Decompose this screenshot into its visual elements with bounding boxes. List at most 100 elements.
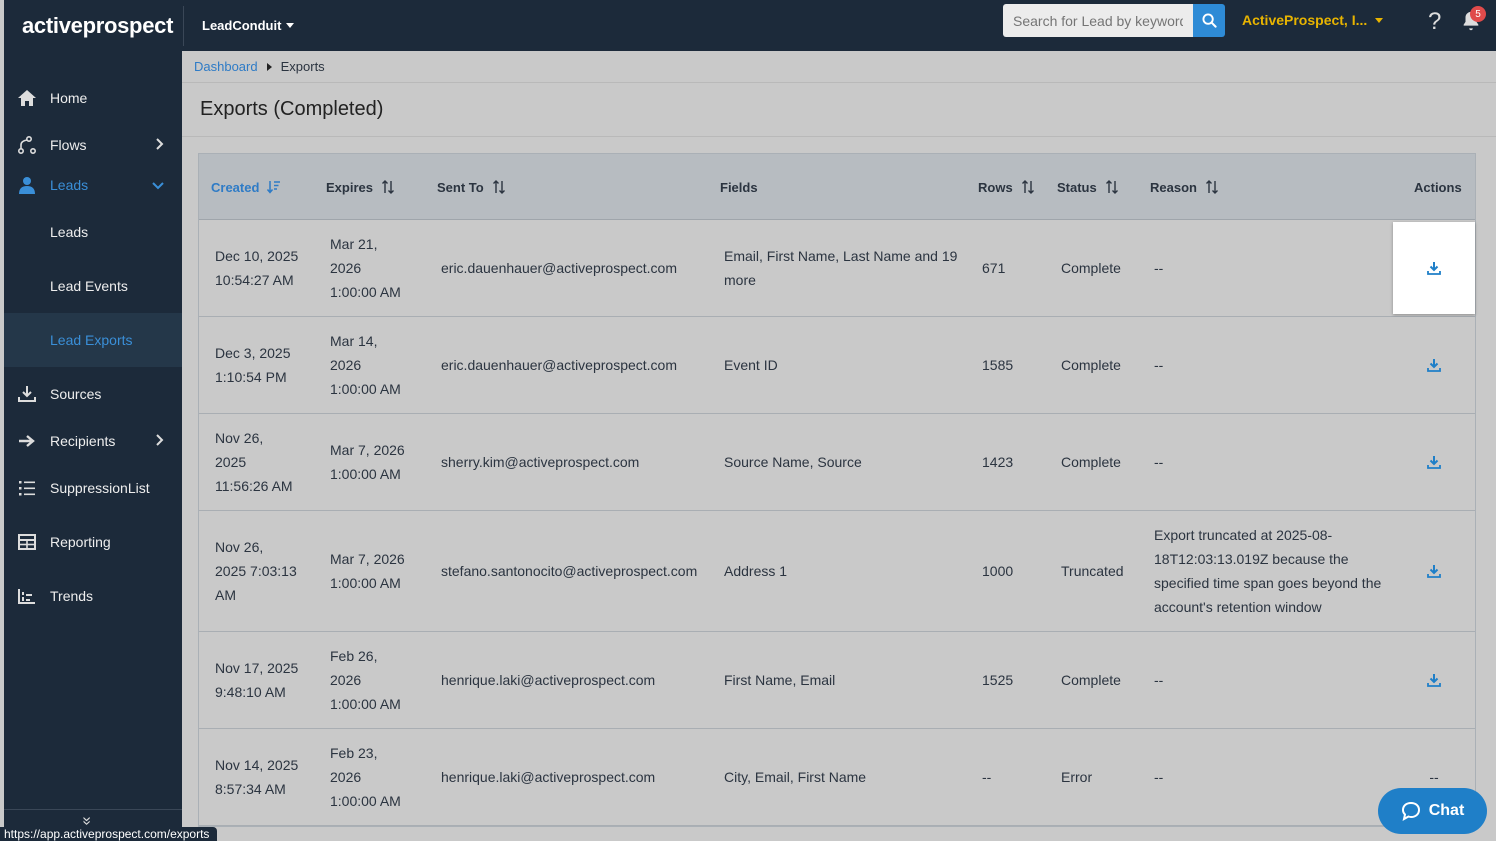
download-button[interactable] bbox=[1393, 632, 1475, 728]
sidebar-item-flows[interactable]: Flows bbox=[4, 123, 182, 167]
column-header-sent-to[interactable]: Sent To bbox=[437, 154, 506, 220]
sidebar-item-label: Reporting bbox=[50, 534, 111, 550]
sidebar-item-label: Leads bbox=[50, 224, 89, 240]
sidebar-item-suppressionlist[interactable]: SuppressionList bbox=[4, 466, 182, 510]
sidebar-item-reporting[interactable]: Reporting bbox=[4, 520, 182, 564]
user-icon bbox=[4, 176, 50, 194]
cell-sent-to: sherry.kim@activeprospect.com bbox=[441, 454, 640, 470]
cell-sent-to: henrique.laki@activeprospect.com bbox=[441, 769, 656, 785]
cell-status: Complete bbox=[1061, 454, 1121, 470]
cell-status: Error bbox=[1061, 769, 1093, 785]
search-button[interactable] bbox=[1193, 4, 1225, 37]
exports-table: Created Expires Sent To Fields Rows Stat… bbox=[198, 153, 1476, 827]
sidebar-item-home[interactable]: Home bbox=[4, 76, 182, 120]
header-label: Actions bbox=[1414, 179, 1462, 195]
cell-sent-to: eric.dauenhauer@activeprospect.com bbox=[441, 260, 678, 276]
table-row: Nov 26, 2025 11:56:26 AM Mar 7, 2026 1:00:0… bbox=[199, 414, 1475, 511]
download-button[interactable] bbox=[1393, 511, 1475, 631]
cell-fields: Address 1 bbox=[724, 563, 788, 579]
sidebar-item-label: Trends bbox=[50, 588, 94, 604]
cell-status: Complete bbox=[1061, 357, 1121, 373]
account-switcher[interactable]: ActiveProspect, I... bbox=[1242, 12, 1384, 28]
column-header-status[interactable]: Status bbox=[1057, 154, 1119, 220]
download-button[interactable] bbox=[1393, 414, 1475, 510]
cell-reason: -- bbox=[1154, 260, 1164, 276]
header-label: Expires bbox=[326, 179, 373, 195]
help-icon[interactable]: ? bbox=[1428, 8, 1441, 36]
column-header-reason[interactable]: Reason bbox=[1150, 154, 1219, 220]
header-label: Sent To bbox=[437, 179, 484, 195]
cell-rows: 1525 bbox=[982, 672, 1014, 688]
sidebar-item-label: Lead Exports bbox=[50, 332, 133, 348]
column-header-rows[interactable]: Rows bbox=[978, 154, 1035, 220]
double-chevron-icon: » bbox=[78, 816, 96, 826]
sidebar-item-leads[interactable]: Leads bbox=[4, 163, 182, 207]
chat-button[interactable]: Chat bbox=[1378, 788, 1487, 834]
column-header-expires[interactable]: Expires bbox=[326, 154, 395, 220]
cell-rows: 1423 bbox=[982, 454, 1014, 470]
cell-expires: Mar 7, 2026 1:00:00 AM bbox=[330, 442, 405, 482]
cell-fields: Event ID bbox=[724, 357, 778, 373]
cell-reason: -- bbox=[1154, 769, 1164, 785]
sidebar-item-lead-events[interactable]: Lead Events bbox=[4, 264, 182, 308]
product-switcher[interactable]: LeadConduit bbox=[184, 18, 295, 33]
activeprospect-logo[interactable]: activeprospect bbox=[4, 5, 184, 46]
column-header-created[interactable]: Created bbox=[211, 154, 281, 220]
cell-expires: Feb 26, 2026 1:00:00 AM bbox=[330, 648, 401, 712]
cell-reason: -- bbox=[1154, 454, 1164, 470]
breadcrumb-dashboard-link[interactable]: Dashboard bbox=[194, 59, 258, 74]
cell-created: Dec 10, 2025 10:54:27 AM bbox=[215, 248, 299, 288]
cell-sent-to: stefano.santonocito@activeprospect.com bbox=[441, 563, 698, 579]
download-icon bbox=[1427, 456, 1441, 469]
home-icon bbox=[4, 89, 50, 107]
cell-expires: Mar 21, 2026 1:00:00 AM bbox=[330, 236, 401, 300]
sort-icon bbox=[1105, 180, 1119, 194]
chevron-right-icon bbox=[156, 137, 164, 153]
cell-status: Complete bbox=[1061, 260, 1121, 276]
cell-rows: -- bbox=[982, 769, 992, 785]
main-content: Dashboard Exports Exports (Completed) Cr… bbox=[182, 51, 1496, 841]
cell-sent-to: henrique.laki@activeprospect.com bbox=[441, 672, 656, 688]
chevron-right-icon bbox=[156, 433, 164, 449]
sidebar-item-leads-list[interactable]: Leads bbox=[4, 210, 182, 254]
column-header-fields: Fields bbox=[720, 154, 758, 220]
chat-label: Chat bbox=[1428, 802, 1465, 819]
cell-rows: 1000 bbox=[982, 563, 1014, 579]
download-button[interactable] bbox=[1393, 317, 1475, 413]
breadcrumb: Dashboard Exports bbox=[182, 51, 1496, 83]
cell-status: Truncated bbox=[1061, 563, 1124, 579]
chevron-down-icon bbox=[152, 177, 164, 193]
cell-created: Dec 3, 2025 1:10:54 PM bbox=[215, 345, 291, 385]
download-button[interactable] bbox=[1393, 222, 1475, 314]
search-icon bbox=[1201, 13, 1217, 28]
cell-expires: Mar 14, 2026 1:00:00 AM bbox=[330, 333, 401, 397]
sidebar-item-trends[interactable]: Trends bbox=[4, 574, 182, 618]
cell-reason: -- bbox=[1154, 357, 1164, 373]
cell-reason: Export truncated at 2025-08- 18T12:03:13.… bbox=[1154, 527, 1382, 615]
cell-rows: 671 bbox=[982, 260, 1006, 276]
chat-bubble-icon bbox=[1401, 801, 1420, 821]
cell-fields: Source Name, Source bbox=[724, 454, 862, 470]
arrow-right-icon bbox=[4, 434, 50, 448]
sidebar-item-label: Recipients bbox=[50, 433, 116, 449]
cell-fields: Email, First Name, Last Name and 19 more bbox=[724, 248, 958, 288]
account-name: ActiveProspect, I... bbox=[1242, 12, 1368, 28]
search-input[interactable] bbox=[1003, 4, 1193, 37]
caret-down-icon bbox=[1375, 17, 1384, 23]
sidebar-item-sources[interactable]: Sources bbox=[4, 372, 182, 416]
sidebar-item-lead-exports[interactable]: Lead Exports bbox=[4, 313, 182, 367]
cell-expires: Mar 7, 2026 1:00:00 AM bbox=[330, 551, 405, 591]
sidebar-item-recipients[interactable]: Recipients bbox=[4, 419, 182, 463]
status-bar-url: https://app.activeprospect.com/exports bbox=[0, 827, 218, 841]
cell-created: Nov 26, 2025 11:56:26 AM bbox=[215, 430, 293, 494]
table-row: Dec 3, 2025 1:10:54 PM Mar 14, 2026 1:00:00… bbox=[199, 317, 1475, 414]
table-row: Nov 17, 2025 9:48:10 AM Feb 26, 2026 1:00:0… bbox=[199, 632, 1475, 729]
header-label: Status bbox=[1057, 179, 1097, 195]
sort-icon bbox=[381, 180, 395, 194]
header-label: Reason bbox=[1150, 179, 1197, 195]
download-icon bbox=[1427, 674, 1441, 687]
table-row: Dec 10, 2025 10:54:27 AM Mar 21, 2026 1:00:… bbox=[199, 220, 1475, 317]
lead-search bbox=[1003, 4, 1225, 37]
breadcrumb-separator-icon bbox=[266, 62, 272, 71]
breadcrumb-current: Exports bbox=[280, 59, 325, 74]
